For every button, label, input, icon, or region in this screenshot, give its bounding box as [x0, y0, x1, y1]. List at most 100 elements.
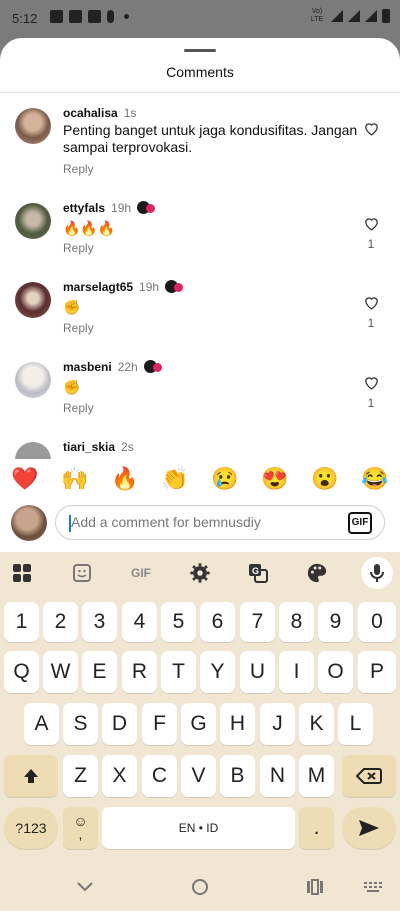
- battery-icon: [382, 9, 390, 23]
- avatar[interactable]: [15, 282, 51, 318]
- more-notifications-dot-icon: [124, 14, 129, 19]
- key-8[interactable]: 8: [279, 602, 314, 642]
- key-k[interactable]: K: [299, 703, 334, 745]
- key-x[interactable]: X: [102, 755, 137, 797]
- emoji-raised-hands[interactable]: 🙌: [55, 466, 95, 492]
- backspace-key[interactable]: [342, 755, 396, 797]
- emoji-comma-key[interactable]: ☺ ,: [63, 807, 98, 849]
- key-h[interactable]: H: [220, 703, 255, 745]
- microphone-icon[interactable]: [361, 557, 393, 589]
- key-t[interactable]: T: [161, 651, 196, 693]
- gif-tab[interactable]: GIF: [125, 560, 157, 586]
- translate-icon[interactable]: G: [245, 560, 271, 586]
- comment-time: 19h: [111, 201, 132, 215]
- key-q[interactable]: Q: [4, 651, 39, 693]
- vpn-icon: [50, 10, 63, 23]
- key-j[interactable]: J: [260, 703, 295, 745]
- shift-key[interactable]: [4, 755, 58, 797]
- comment-username[interactable]: marselagt65: [63, 280, 133, 294]
- key-e[interactable]: E: [82, 651, 117, 693]
- comment-input[interactable]: Add a comment for bemnusdiy GIF: [55, 505, 385, 540]
- symbols-key[interactable]: ?123: [4, 807, 58, 849]
- avatar[interactable]: [15, 362, 51, 398]
- key-a[interactable]: A: [24, 703, 59, 745]
- reply-button[interactable]: Reply: [63, 162, 94, 176]
- gif-button[interactable]: GIF: [348, 512, 372, 534]
- emoji-fire[interactable]: 🔥: [105, 466, 145, 492]
- key-p[interactable]: P: [358, 651, 396, 693]
- key-i[interactable]: I: [279, 651, 314, 693]
- period-key[interactable]: .: [299, 807, 334, 849]
- key-c[interactable]: C: [142, 755, 177, 797]
- comment-username-row: marselagt65 19h: [63, 280, 185, 294]
- settings-gear-icon[interactable]: [187, 560, 213, 586]
- emoji-heart[interactable]: ❤️: [5, 466, 45, 492]
- key-w[interactable]: W: [43, 651, 78, 693]
- nav-recents-icon[interactable]: [304, 876, 326, 898]
- key-0[interactable]: 0: [358, 602, 396, 642]
- sticker-icon[interactable]: [69, 560, 95, 586]
- drag-handle[interactable]: [184, 49, 216, 52]
- comment-username-row: tiari_skia 2s: [63, 440, 134, 454]
- key-9[interactable]: 9: [318, 602, 353, 642]
- palette-icon[interactable]: [304, 560, 330, 586]
- key-7[interactable]: 7: [240, 602, 275, 642]
- nav-back-icon[interactable]: [74, 876, 96, 898]
- send-key[interactable]: [342, 807, 396, 849]
- heart-icon[interactable]: [363, 120, 380, 137]
- key-3[interactable]: 3: [82, 602, 117, 642]
- emoji-surprised[interactable]: 😮: [305, 466, 345, 492]
- emoji-clap[interactable]: 👏: [155, 466, 195, 492]
- comment-username[interactable]: masbeni: [63, 360, 112, 374]
- key-f[interactable]: F: [142, 703, 177, 745]
- key-r[interactable]: R: [122, 651, 157, 693]
- key-n[interactable]: N: [260, 755, 295, 797]
- my-avatar: [11, 505, 47, 541]
- space-bar[interactable]: EN • ID: [102, 807, 295, 849]
- key-v[interactable]: V: [181, 755, 216, 797]
- heart-icon[interactable]: [363, 374, 380, 391]
- comment-username-row: ettyfals 19h: [63, 201, 157, 215]
- apps-grid-icon[interactable]: [9, 560, 35, 586]
- key-4[interactable]: 4: [122, 602, 157, 642]
- reply-button[interactable]: Reply: [63, 401, 94, 415]
- reply-button[interactable]: Reply: [63, 241, 94, 255]
- key-1[interactable]: 1: [4, 602, 39, 642]
- key-6[interactable]: 6: [200, 602, 235, 642]
- comments-sheet: Comments ocahalisa 1s Penting banget unt…: [0, 38, 400, 552]
- emoji-heart-eyes[interactable]: 😍: [255, 466, 295, 492]
- key-b[interactable]: B: [220, 755, 255, 797]
- heart-icon[interactable]: [363, 215, 380, 232]
- nav-home-icon[interactable]: [189, 876, 211, 898]
- comment-time: 22h: [117, 360, 138, 374]
- wifi-icon: [331, 10, 343, 22]
- comment-username[interactable]: ocahalisa: [63, 106, 118, 120]
- comment-username[interactable]: ettyfals: [63, 201, 105, 215]
- reply-button[interactable]: Reply: [63, 321, 94, 335]
- key-s[interactable]: S: [63, 703, 98, 745]
- status-right-icons: Vo) LTE: [308, 8, 390, 24]
- key-g[interactable]: G: [181, 703, 216, 745]
- emoji-crying[interactable]: 😢: [205, 466, 245, 492]
- heart-icon[interactable]: [363, 294, 380, 311]
- avatar[interactable]: [15, 203, 51, 239]
- keyboard-switch-icon[interactable]: [362, 876, 384, 898]
- emoji-laughing[interactable]: 😂: [355, 466, 395, 492]
- key-u[interactable]: U: [240, 651, 275, 693]
- key-2[interactable]: 2: [43, 602, 78, 642]
- comment-text: 🔥🔥🔥: [63, 220, 116, 236]
- key-d[interactable]: D: [102, 703, 137, 745]
- key-z[interactable]: Z: [63, 755, 98, 797]
- like-count: 1: [367, 396, 375, 410]
- key-o[interactable]: O: [318, 651, 353, 693]
- key-m[interactable]: M: [299, 755, 334, 797]
- creator-liked-icon: [143, 360, 164, 374]
- comment-username[interactable]: tiari_skia: [63, 440, 115, 454]
- key-l[interactable]: L: [338, 703, 373, 745]
- svg-text:G: G: [252, 566, 259, 576]
- avatar[interactable]: [15, 108, 51, 144]
- key-5[interactable]: 5: [161, 602, 196, 642]
- signal-icon: [348, 10, 360, 22]
- key-y[interactable]: Y: [200, 651, 235, 693]
- comment-text: ✊: [63, 379, 81, 395]
